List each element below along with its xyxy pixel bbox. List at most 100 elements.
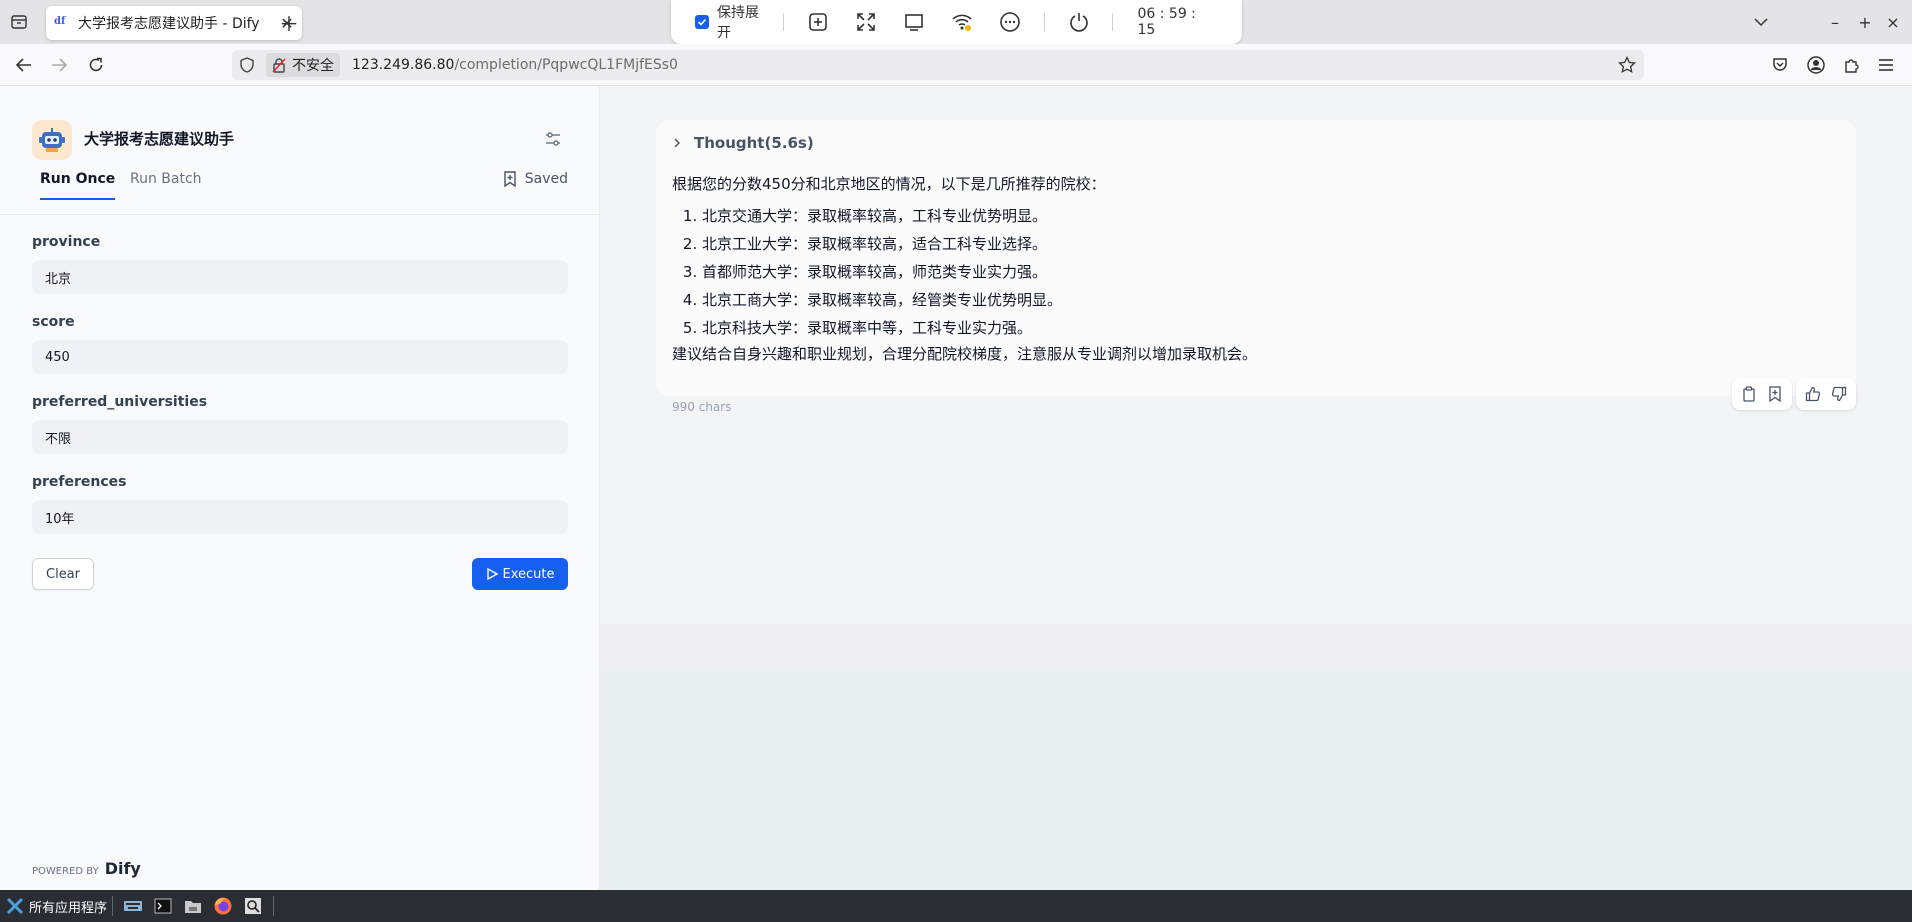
bookmark-icon [504,171,516,187]
clear-button[interactable]: Clear [32,558,94,590]
execute-label: Execute [502,566,555,582]
recommendation-list: 北京交通大学：录取概率较高，工科专业优势明显。 北京工业大学：录取概率较高，适合… [672,206,1257,346]
dify-favicon-icon: df [54,16,66,27]
thumbs-up-icon[interactable] [1800,381,1826,407]
thought-label: Thought(5.6s) [694,134,814,152]
bookmark-save-icon[interactable] [1762,381,1788,407]
app-title: 大学报考志愿建议助手 [84,130,235,148]
search-app-icon[interactable] [241,894,265,918]
settings-sliders-icon[interactable] [542,128,564,150]
tabs-divider [0,214,600,215]
powered-by-label: POWERED BY [32,866,99,877]
list-item: 北京工业大学：录取概率较高，适合工科专业选择。 [702,234,1257,262]
os-taskbar: 所有应用程序 [0,890,1912,922]
toolbar-divider [782,13,784,31]
tab-overflow-chevron-icon[interactable] [1750,12,1772,32]
result-separator-band [600,624,1912,670]
firefox-icon[interactable] [211,894,235,918]
extensions-puzzle-icon[interactable] [1840,54,1864,76]
hamburger-menu-icon[interactable] [1874,54,1898,76]
field-label-preferred-universities: preferred_universities [32,394,208,410]
toolbar-divider [1112,13,1114,31]
field-label-province: province [32,234,101,250]
tab-run-batch[interactable]: Run Batch [130,170,202,200]
back-arrow-icon[interactable] [12,54,36,76]
play-icon [486,568,498,580]
power-icon[interactable] [1059,2,1099,42]
url-text[interactable]: 123.249.86.80/completion/PqpwcQL1FMjfESs… [352,57,678,73]
start-label: 所有应用程序 [29,900,108,916]
chevron-right-icon [674,138,680,148]
tab-list-icon[interactable] [8,12,30,32]
address-bar[interactable]: 不安全 123.249.86.80/completion/PqpwcQL1FMj… [232,50,1644,80]
terminal-icon[interactable] [151,894,175,918]
browser-nav-bar: 不安全 123.249.86.80/completion/PqpwcQL1FMj… [0,44,1912,86]
minimize-window-icon[interactable]: – [1825,12,1845,32]
result-conclusion: 建议结合自身兴趣和职业规划，合理分配院校梯度，注意服从专业调剂以增加录取机会。 [672,345,1258,363]
account-icon[interactable] [1804,54,1828,76]
browser-tab-active[interactable]: df 大学报考志愿建议助手 - Dify ✕ [46,6,302,40]
list-item: 北京工商大学：录取概率较高，经管类专业优势明显。 [702,290,1257,318]
forward-arrow-icon[interactable] [47,54,71,76]
insecure-lock-icon [272,58,286,73]
start-logo-icon [6,897,24,915]
start-menu-button[interactable]: 所有应用程序 [6,897,107,916]
wifi-icon[interactable] [942,2,982,42]
reload-icon[interactable] [84,54,108,76]
url-host: 123.249.86.80 [352,57,455,73]
add-window-icon[interactable] [798,2,838,42]
powered-by: POWERED BY Dify [32,859,141,878]
tab-title: 大学报考志愿建议助手 - Dify [78,16,260,32]
keep-expanded-toggle[interactable]: 保持展开 [695,2,773,42]
saved-label: Saved [524,171,568,187]
result-card: Thought(5.6s) 根据您的分数450分和北京地区的情况，以下是几所推荐… [656,120,1856,396]
close-window-icon[interactable]: × [1883,12,1903,32]
browser-tab-strip: df 大学报考志愿建议助手 - Dify ✕ ＋ 保持展开 06: 59: … [0,0,1912,44]
taskbar-divider [112,896,114,916]
execute-button[interactable]: Execute [472,558,568,590]
insecure-connection-badge[interactable]: 不安全 [266,53,340,77]
taskbar-divider [273,896,275,916]
tracking-shield-icon[interactable] [240,57,254,73]
field-label-score: score [32,314,75,330]
thought-toggle[interactable]: Thought(5.6s) [672,134,814,152]
toolbar-divider [1043,13,1045,31]
keyboard-icon[interactable] [121,894,145,918]
maximize-window-icon[interactable]: + [1855,12,1875,32]
session-timer: 06 : 59 : 15 [1137,6,1196,38]
more-options-icon[interactable] [990,2,1030,42]
list-item: 北京科技大学：录取概率中等，工科专业实力强。 [702,318,1257,346]
fullscreen-icon[interactable] [846,2,886,42]
preferences-input[interactable]: 10年 [32,500,568,534]
remote-desktop-toolbar: 保持展开 06 : 59 : 15 [671,0,1242,44]
score-input[interactable]: 450 [32,340,568,374]
new-tab-plus-icon[interactable]: ＋ [278,12,300,36]
dify-logo: Dify [104,859,141,878]
run-mode-tabs: Run Once Run Batch Saved [32,170,568,200]
char-count: 990 chars [672,400,732,414]
bookmark-star-icon[interactable] [1618,56,1636,74]
monitor-icon[interactable] [894,2,934,42]
field-label-preferences: preferences [32,474,127,490]
file-manager-icon[interactable] [181,894,205,918]
thumbs-down-icon[interactable] [1826,381,1852,407]
insecure-label: 不安全 [292,58,334,74]
url-path: /completion/PqpwcQL1FMjfESs0 [454,57,678,73]
copy-clipboard-icon[interactable] [1736,381,1762,407]
keep-expanded-label: 保持展开 [716,5,759,41]
tab-run-once[interactable]: Run Once [40,170,116,200]
list-item: 北京交通大学：录取概率较高，工科专业优势明显。 [702,206,1257,234]
robot-app-icon [32,120,72,160]
feedback-actions [1796,378,1856,410]
pocket-icon[interactable] [1768,54,1792,76]
list-item: 首都师范大学：录取概率较高，师范类专业实力强。 [702,262,1257,290]
result-intro: 根据您的分数450分和北京地区的情况，以下是几所推荐的院校： [672,175,1106,193]
result-text: 根据您的分数450分和北京地区的情况，以下是几所推荐的院校： 北京交通大学：录取… [672,174,1257,364]
result-panel: Thought(5.6s) 根据您的分数450分和北京地区的情况，以下是几所推荐… [600,86,1912,890]
preferred-universities-input[interactable]: 不限 [32,420,568,454]
province-input[interactable]: 北京 [32,260,568,294]
checkbox-checked-icon[interactable] [695,15,709,29]
input-panel: 大学报考志愿建议助手 Run Once Run Batch Saved prov… [0,86,600,890]
copy-save-actions [1732,378,1792,410]
saved-button[interactable]: Saved [503,170,568,200]
